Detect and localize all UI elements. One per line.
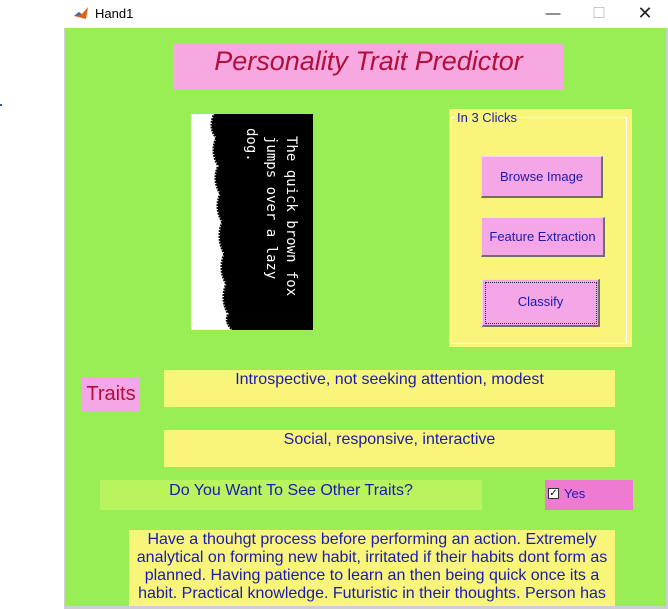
handwriting-line-1: The quick brown fox [283,136,299,296]
other-traits-question: Do You Want To See Other Traits? [100,480,482,510]
close-button[interactable]: ✕ [622,0,668,28]
yes-checkbox-container[interactable]: ✓ Yes [545,480,633,510]
handwriting-line-3: dog. [243,128,259,162]
other-traits-description: Have a thouhgt process before performing… [129,530,615,606]
browse-image-button[interactable]: Browse Image [481,156,603,198]
yes-checkbox-label[interactable]: Yes [564,486,585,501]
classify-button[interactable]: Classify [482,279,600,327]
maximize-button[interactable]: ☐ [576,0,622,28]
trait-result-2: Social, responsive, interactive [164,430,615,467]
panel-border: Browse Image Feature Extraction Classify [451,117,627,344]
handwriting-image: The quick brown fox jumps over a lazy do… [191,114,313,330]
minimize-button[interactable]: — [530,0,576,28]
matlab-icon [73,5,89,21]
in-3-clicks-panel: Browse Image Feature Extraction Classify… [449,109,632,347]
traits-label: Traits [82,378,140,412]
trait-result-1: Introspective, not seeking attention, mo… [164,370,615,407]
window-titlebar: Hand1 — ☐ ✕ [65,0,668,28]
stray-pixel [0,104,2,106]
feature-extraction-button[interactable]: Feature Extraction [481,217,605,257]
window-title: Hand1 [95,6,134,21]
checkbox-checked-icon[interactable]: ✓ [548,488,559,499]
figure-canvas: Personality Trait Predictor The quick br… [65,28,668,606]
app-title: Personality Trait Predictor [173,44,564,90]
panel-legend: In 3 Clicks [455,110,519,125]
handwriting-line-2: jumps over a lazy [263,136,279,279]
handwriting-sample-image: The quick brown fox jumps over a lazy do… [191,114,313,330]
